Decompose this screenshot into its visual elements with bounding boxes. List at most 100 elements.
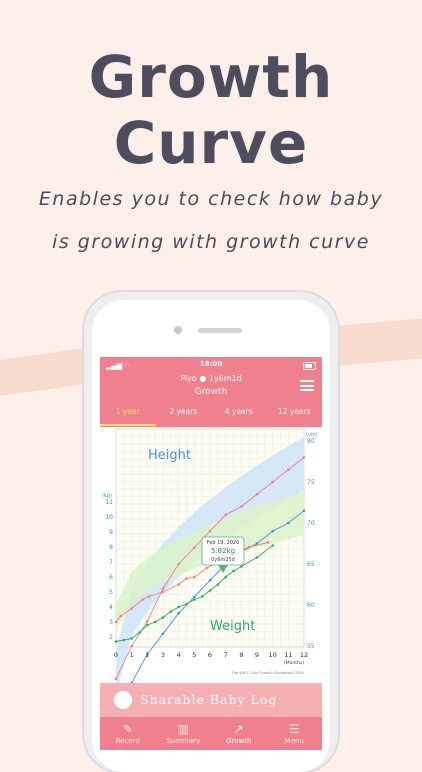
nav-record[interactable]: ✎ Record	[100, 717, 156, 750]
bottom-nav: ✎ Record ▥ Summary ↗ Growth ☰ Menu	[100, 717, 322, 750]
data-point	[114, 677, 118, 681]
camera-icon	[174, 326, 182, 334]
data-point	[193, 598, 196, 601]
baby-age: 1y6m1d	[208, 374, 242, 383]
data-point	[161, 632, 165, 635]
x-tick-label: 1	[130, 651, 134, 659]
data-point	[147, 595, 151, 598]
data-point	[146, 623, 149, 627]
x-axis-label: (Months)	[284, 660, 304, 666]
tab-2-years[interactable]: 2 years	[156, 404, 212, 426]
headline-line1: Growth	[88, 43, 334, 111]
subtitle-line1: Enables you to check how baby	[38, 188, 384, 210]
data-point	[138, 631, 141, 634]
data-point	[302, 509, 306, 512]
bar-chart-icon: ▥	[177, 722, 189, 736]
data-point	[266, 541, 270, 544]
weight-tick-label: 5	[109, 589, 113, 596]
nav-menu-label: Menu	[284, 737, 304, 745]
height-tick-label: 55	[307, 643, 315, 650]
data-point	[193, 595, 196, 599]
weight-unit: (kg)	[102, 493, 112, 499]
data-point	[302, 456, 306, 459]
pencil-icon: ✎	[122, 722, 133, 736]
app-screen: ▂▄▆ ◠ 18:00 Piyo ● 1y6m1d Growth 1 year …	[100, 357, 322, 750]
menu-icon: ☰	[288, 722, 300, 736]
data-point	[247, 545, 251, 549]
headline-line2: Curve	[113, 109, 309, 177]
data-point	[130, 644, 133, 648]
data-point	[141, 598, 144, 601]
data-point	[208, 589, 212, 592]
data-point	[146, 620, 149, 623]
height-tick-label: 60	[307, 602, 315, 609]
data-point	[240, 505, 243, 508]
x-tick-label: 9	[255, 651, 259, 659]
weight-tick-label: 9	[109, 529, 113, 536]
weight-tick-label: 7	[109, 559, 113, 566]
data-point	[232, 569, 235, 573]
data-point	[287, 521, 290, 525]
baby-face-icon	[114, 691, 132, 709]
data-point	[122, 638, 126, 642]
status-bar: ▂▄▆ ◠ 18:00	[100, 360, 322, 372]
promo-banner: Sharable Baby Log Tracker	[100, 683, 322, 741]
tooltip-age: 0y6m25d	[211, 557, 235, 563]
nav-summary-label: Summary	[166, 737, 201, 745]
data-point	[185, 577, 188, 580]
data-point	[177, 583, 180, 586]
data-point	[208, 579, 212, 582]
baby-name: Piyo	[180, 374, 197, 383]
trend-icon: ↗	[233, 722, 244, 736]
x-tick-label: 7	[224, 651, 228, 659]
tooltip-weight: 5.82kg	[211, 547, 235, 555]
range-tabs: 1 year 2 years 4 years 12 years	[100, 404, 322, 426]
background-stripe-right	[338, 318, 422, 366]
height-tick-label: 75	[307, 479, 315, 486]
baby-avatar-icon: ●	[199, 374, 207, 383]
data-point	[240, 565, 243, 568]
data-point	[193, 546, 196, 549]
data-point	[177, 611, 180, 615]
data-point	[177, 605, 180, 609]
growth-chart[interactable]: 0123456789101112(Months)4045505560657075…	[100, 427, 322, 683]
tab-1-year[interactable]: 1 year	[100, 404, 156, 426]
nav-menu[interactable]: ☰ Menu	[267, 717, 323, 750]
data-point	[200, 595, 204, 598]
data-point	[130, 637, 133, 640]
height-tick-label: 80	[307, 438, 315, 445]
weight-tick-label: 11	[105, 499, 113, 506]
x-tick-label: 12	[300, 651, 308, 659]
x-tick-label: 6	[208, 651, 212, 659]
data-point	[271, 480, 274, 484]
data-point	[169, 610, 173, 613]
speaker-grille	[198, 328, 242, 333]
x-tick-label: 8	[239, 651, 243, 659]
background-stripe-left	[0, 348, 84, 396]
source-note: The WHO Child Growth Standards(2006)	[230, 671, 304, 675]
x-tick-label: 5	[192, 651, 196, 659]
nav-summary[interactable]: ▥ Summary	[156, 717, 212, 750]
weight-tick-label: 10	[105, 514, 113, 521]
data-point	[153, 620, 157, 624]
battery-icon	[303, 362, 316, 370]
baby-profile[interactable]: Piyo ● 1y6m1d	[100, 374, 322, 383]
x-tick-label: 4	[177, 651, 181, 659]
data-point	[185, 602, 188, 606]
weight-series-label: Weight	[210, 619, 255, 634]
x-tick-label: 11	[284, 651, 292, 659]
tab-12-years[interactable]: 12 years	[267, 404, 323, 426]
x-tick-label: 10	[269, 651, 277, 659]
weight-tick-label: 8	[109, 544, 113, 551]
weight-tick-label: 6	[109, 574, 113, 581]
x-tick-label: 2	[145, 651, 149, 659]
height-tick-label: 65	[307, 561, 315, 568]
data-point	[255, 556, 259, 559]
tab-4-years[interactable]: 4 years	[211, 404, 267, 426]
nav-growth[interactable]: ↗ Growth	[211, 717, 267, 750]
nav-record-label: Record	[115, 737, 140, 745]
nav-growth-label: Growth	[226, 737, 252, 745]
data-point	[255, 493, 259, 496]
height-series-label: Height	[148, 448, 191, 463]
list-menu-icon[interactable]	[300, 380, 314, 391]
